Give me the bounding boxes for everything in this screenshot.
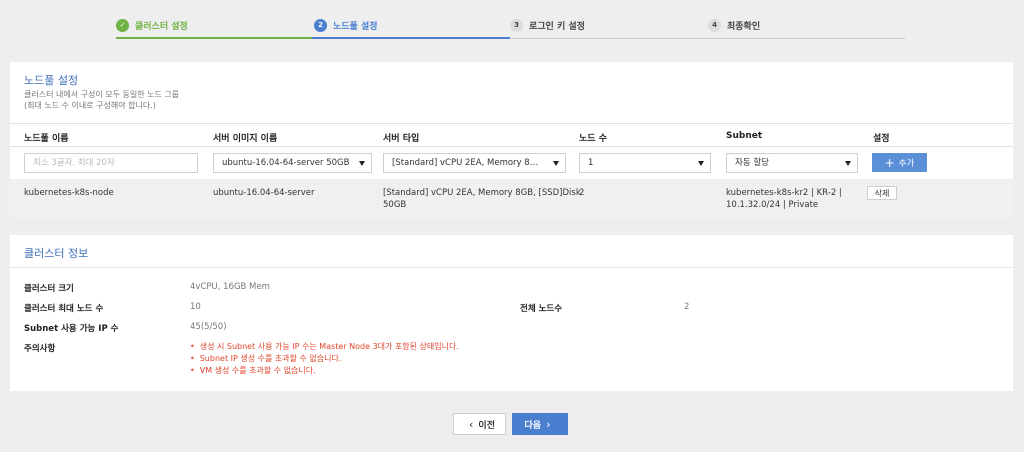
dropdown-arrow-icon	[698, 161, 704, 166]
cluster-info-panel: 클러스터 정보 클러스터 크기 4vCPU, 16GB Mem 클러스터 최대 …	[10, 235, 1013, 391]
node-count-select-value: 1	[588, 158, 594, 168]
step-nodepool-settings[interactable]: 2 노드풀 설정	[314, 18, 378, 32]
server-type-select[interactable]: [Standard] vCPU 2EA, Memory 8GB, [SSD]Di…	[383, 153, 566, 173]
dropdown-arrow-icon	[553, 161, 559, 166]
stepper-progress-done	[116, 37, 312, 39]
prev-button[interactable]: ‹ 이전	[453, 413, 506, 435]
total-nodes-label: 전체 노드수	[520, 304, 563, 314]
nodepool-panel: 노드풀 설정 클러스터 내에서 구성이 모두 동일한 노드 그룹 (최대 노드 …	[10, 62, 1013, 219]
row-server-type-line: 50GB	[383, 200, 407, 210]
node-count-select[interactable]: 1	[579, 153, 711, 173]
step-label: 최종확인	[727, 21, 761, 32]
row-subnet-line: kubernetes-k8s-kr2 | KR-2 |	[726, 188, 842, 198]
step-label: 노드풀 설정	[333, 21, 378, 32]
row-subnet-line: 10.1.32.0/24 | Private	[726, 200, 819, 210]
step-label: 클러스터 설정	[135, 21, 188, 32]
desc-line: 클러스터 내에서 구성이 모두 동일한 노드 그룹	[24, 90, 180, 99]
chevron-left-icon: ‹	[469, 417, 474, 431]
warning-note: Subnet IP 생성 수를 초과할 수 없습니다.	[190, 353, 459, 365]
warning-note: 생성 시 Subnet 사용 가능 IP 수는 Master Node 3대가 …	[190, 341, 459, 353]
desc-line: (최대 노드 수 이내로 구성해야 합니다.)	[24, 101, 156, 110]
cluster-size-label: 클러스터 크기	[24, 284, 74, 294]
step-cluster-settings[interactable]: ✓ 클러스터 설정	[116, 18, 188, 32]
row-subnet: kubernetes-k8s-kr2 | KR-2 | 10.1.32.0/24…	[726, 187, 842, 211]
next-button[interactable]: 다음 ›	[512, 413, 568, 435]
stepper-progress-current	[312, 37, 510, 39]
row-nodepool-name: kubernetes-k8s-node	[24, 188, 114, 198]
nodepool-table-header: 노드풀 이름 서버 이미지 이름 서버 타입 노드 수 Subnet 설정	[10, 123, 1013, 147]
warning-note: VM 생성 수를 초과할 수 없습니다.	[190, 365, 459, 377]
dropdown-arrow-icon	[845, 161, 851, 166]
nodepool-title: 노드풀 설정	[24, 74, 79, 87]
notes-label: 주의사항	[24, 344, 56, 354]
max-nodes-label: 클러스터 최대 노드 수	[24, 304, 104, 314]
step-label: 로그인 키 설정	[529, 21, 585, 32]
total-nodes-value: 2	[684, 302, 690, 312]
chevron-right-icon: ›	[546, 417, 551, 431]
table-row: kubernetes-k8s-node ubuntu-16.04-64-serv…	[10, 179, 1013, 219]
step-login-key-settings: 3 로그인 키 설정	[510, 18, 585, 32]
row-node-count: 2	[579, 188, 585, 198]
add-nodepool-button[interactable]: + 추가	[872, 153, 927, 172]
prev-button-label: 이전	[478, 420, 495, 431]
row-image-name: ubuntu-16.04-64-server	[213, 188, 315, 198]
col-nodepool-name: 노드풀 이름	[24, 134, 69, 144]
max-nodes-value: 10	[190, 302, 201, 312]
divider	[10, 267, 1013, 268]
image-select[interactable]: ubuntu-16.04-64-server 50GB	[213, 153, 372, 173]
cluster-size-value: 4vCPU, 16GB Mem	[190, 282, 270, 292]
add-button-label: 추가	[898, 158, 915, 169]
col-settings: 설정	[873, 134, 890, 144]
cluster-info-title: 클러스터 정보	[24, 247, 89, 260]
col-image-name: 서버 이미지 이름	[213, 134, 278, 144]
col-subnet: Subnet	[726, 131, 763, 141]
subnet-ip-label: Subnet 사용 가능 IP 수	[24, 324, 119, 334]
nodepool-description: 클러스터 내에서 구성이 모두 동일한 노드 그룹 (최대 노드 수 이내로 구…	[24, 89, 179, 111]
image-select-value: ubuntu-16.04-64-server 50GB	[222, 158, 350, 168]
delete-nodepool-button[interactable]: 삭제	[867, 186, 897, 200]
plus-icon: +	[884, 155, 895, 170]
row-server-type-line: [Standard] vCPU 2EA, Memory 8GB, [SSD]Di…	[383, 188, 581, 198]
subnet-select[interactable]: 자동 할당	[726, 153, 858, 173]
next-button-label: 다음	[524, 420, 542, 431]
row-server-type: [Standard] vCPU 2EA, Memory 8GB, [SSD]Di…	[383, 187, 581, 211]
warning-notes: 생성 시 Subnet 사용 가능 IP 수는 Master Node 3대가 …	[190, 341, 459, 377]
nodepool-form-row: 최소 3글자, 최대 20자 ubuntu-16.04-64-server 50…	[10, 147, 1013, 179]
col-server-type: 서버 타입	[383, 134, 420, 144]
wizard-stepper: ✓ 클러스터 설정 2 노드풀 설정 3 로그인 키 설정 4 최종확인	[116, 13, 905, 39]
nodepool-name-input[interactable]: 최소 3글자, 최대 20자	[24, 153, 198, 173]
step-number: 3	[510, 18, 523, 32]
step-number: 4	[708, 18, 721, 32]
col-node-count: 노드 수	[579, 134, 607, 144]
server-type-select-value: [Standard] vCPU 2EA, Memory 8GB, [SSD]Di…	[392, 158, 542, 168]
subnet-ip-value: 45(5/50)	[190, 322, 227, 332]
step-number: 2	[314, 18, 327, 32]
check-icon: ✓	[116, 18, 129, 32]
dropdown-arrow-icon	[359, 161, 365, 166]
subnet-select-value: 자동 할당	[735, 158, 769, 168]
step-final-confirm: 4 최종확인	[708, 18, 760, 32]
